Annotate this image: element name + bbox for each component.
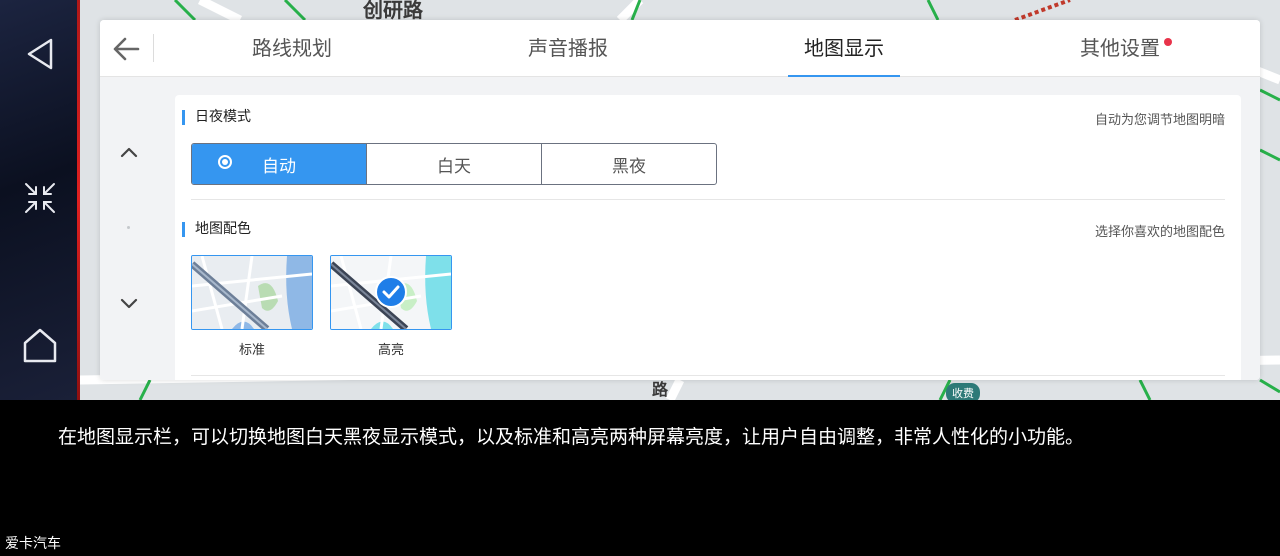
map-thumbnail-icon — [192, 256, 312, 329]
tab-route-planning[interactable]: 路线规划 — [194, 20, 390, 76]
system-home-button[interactable] — [0, 326, 80, 364]
scroll-up-button[interactable] — [118, 141, 140, 163]
tab-map-display-label: 地图显示 — [804, 36, 884, 60]
radio-selected-icon — [218, 155, 232, 169]
theme-label-standard: 标准 — [238, 343, 265, 358]
day-night-option-auto[interactable]: 自动 — [192, 144, 366, 184]
source-watermark: 爱卡汽车 — [5, 536, 61, 552]
back-triangle-icon — [27, 38, 53, 70]
tab-bar: 路线规划 声音播报 地图显示 其他设置 — [100, 20, 1260, 77]
option-label: 自动 — [262, 156, 296, 177]
theme-thumbnail-standard — [191, 255, 313, 330]
option-label: 白天 — [437, 156, 471, 177]
theme-label-highlight: 高亮 — [377, 343, 404, 358]
option-label: 黑夜 — [612, 156, 646, 177]
chevron-down-icon — [120, 298, 138, 309]
notification-dot — [1164, 38, 1172, 46]
day-night-hint: 自动为您调节地图明暗 — [1094, 112, 1225, 127]
section-divider — [191, 375, 1225, 376]
theme-thumbnail-highlight — [330, 255, 452, 330]
scroll-column — [100, 77, 156, 380]
day-night-option-day[interactable]: 白天 — [366, 144, 541, 184]
tab-other-settings[interactable]: 其他设置 — [1022, 20, 1218, 76]
map-color-title: 地图配色 — [182, 222, 251, 237]
settings-content: 日夜模式 自动为您调节地图明暗 自动 白天 黑夜 地图配色 选择你喜欢的地图配色 — [100, 77, 1260, 380]
home-icon — [23, 328, 57, 363]
system-back-button[interactable] — [0, 36, 80, 72]
theme-option-highlight[interactable]: 高亮 — [330, 255, 452, 358]
tab-voice-broadcast[interactable]: 声音播报 — [470, 20, 666, 76]
day-night-title: 日夜模式 — [182, 110, 251, 125]
arrow-left-icon — [113, 37, 140, 61]
toll-badge: 收费 — [946, 383, 980, 400]
back-button[interactable] — [110, 33, 144, 65]
scroll-indicator — [127, 226, 130, 229]
day-night-selector: 自动 白天 黑夜 — [191, 143, 717, 185]
system-shrink-button[interactable] — [0, 180, 80, 216]
chevron-up-icon — [120, 147, 138, 158]
tab-divider — [153, 34, 154, 62]
settings-card: 日夜模式 自动为您调节地图明暗 自动 白天 黑夜 地图配色 选择你喜欢的地图配色 — [175, 95, 1241, 380]
scroll-down-button[interactable] — [118, 293, 140, 315]
settings-panel: 路线规划 声音播报 地图显示 其他设置 日夜模式 自动为您调节地图明暗 自动 白… — [100, 20, 1260, 380]
shrink-arrows-icon — [25, 183, 55, 213]
day-night-option-night[interactable]: 黑夜 — [541, 144, 716, 184]
section-divider — [191, 199, 1225, 200]
checkmark-icon — [375, 276, 407, 308]
theme-option-standard[interactable]: 标准 — [191, 255, 313, 358]
system-sidebar — [0, 0, 80, 400]
map-color-hint: 选择你喜欢的地图配色 — [1094, 224, 1225, 239]
article-caption: 在地图显示栏，可以切换地图白天黑夜显示模式，以及标准和高亮两种屏幕亮度，让用户自… — [58, 426, 1085, 448]
tab-map-display[interactable]: 地图显示 — [788, 20, 900, 77]
